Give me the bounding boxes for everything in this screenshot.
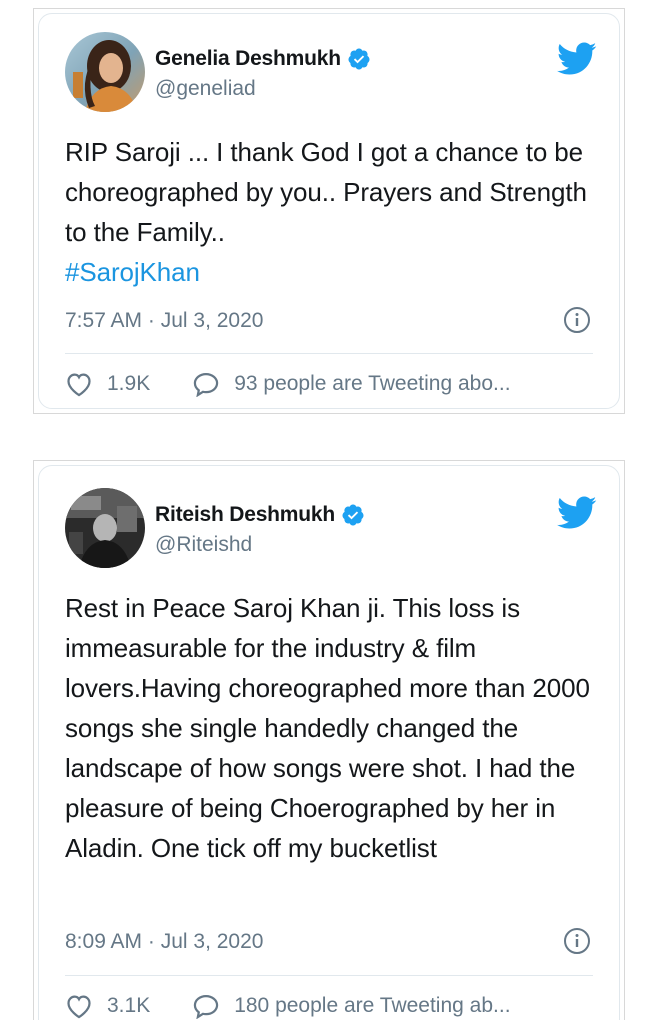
timestamp[interactable]: 7:57 AM · Jul 3, 2020 <box>65 309 263 333</box>
verified-badge-icon <box>348 48 370 70</box>
tweet-body: Rest in Peace Saroj Khan ji. This loss i… <box>65 593 590 863</box>
speech-bubble-icon <box>194 994 219 1019</box>
display-name[interactable]: Genelia Deshmukh <box>155 47 341 71</box>
tweet-text: RIP Saroji ... I thank God I got a chanc… <box>65 132 599 292</box>
handle[interactable]: @geneliad <box>155 77 371 101</box>
info-icon[interactable] <box>563 927 591 955</box>
author-info[interactable]: Genelia Deshmukh @geneliad <box>155 46 371 101</box>
page: Genelia Deshmukh @geneliad RIP Saroji ..… <box>0 0 670 1020</box>
tweet-embed-genelia: Genelia Deshmukh @geneliad RIP Saroji ..… <box>33 8 625 414</box>
conversation-text: 93 people are Tweeting abo... <box>234 372 511 395</box>
action-bar: 1.9K 93 people are Tweeting abo... <box>65 371 599 397</box>
verified-badge-icon <box>342 504 364 526</box>
divider <box>65 975 593 976</box>
tweet-embed-riteish: Riteish Deshmukh @Riteishd Rest in Peace… <box>33 460 625 1020</box>
hashtag-link[interactable]: #SarojKhan <box>65 252 599 292</box>
conversation-link[interactable]: 93 people are Tweeting abo... <box>192 371 511 397</box>
conversation-text: 180 people are Tweeting ab... <box>234 994 511 1017</box>
like-button[interactable]: 3.1K <box>65 993 150 1019</box>
tweet-text: Rest in Peace Saroj Khan ji. This loss i… <box>65 588 599 868</box>
tweet-body: RIP Saroji ... I thank God I got a chanc… <box>65 137 587 247</box>
handle[interactable]: @Riteishd <box>155 533 365 557</box>
tweet-card[interactable]: Riteish Deshmukh @Riteishd Rest in Peace… <box>38 465 620 1020</box>
twitter-bird-icon[interactable] <box>557 496 597 530</box>
timestamp[interactable]: 8:09 AM · Jul 3, 2020 <box>65 930 263 954</box>
tweet-card[interactable]: Genelia Deshmukh @geneliad RIP Saroji ..… <box>38 13 620 409</box>
like-button[interactable]: 1.9K <box>65 371 150 397</box>
display-name[interactable]: Riteish Deshmukh <box>155 503 335 527</box>
heart-icon <box>67 373 91 397</box>
avatar[interactable] <box>65 32 145 112</box>
twitter-bird-icon[interactable] <box>557 42 597 76</box>
action-bar: 3.1K 180 people are Tweeting ab... <box>65 993 599 1019</box>
conversation-link[interactable]: 180 people are Tweeting ab... <box>192 993 511 1019</box>
like-count: 1.9K <box>107 372 151 395</box>
author-info[interactable]: Riteish Deshmukh @Riteishd <box>155 502 365 557</box>
info-icon[interactable] <box>563 306 591 334</box>
heart-icon <box>67 995 91 1019</box>
divider <box>65 353 593 354</box>
speech-bubble-icon <box>194 372 219 397</box>
avatar[interactable] <box>65 488 145 568</box>
like-count: 3.1K <box>107 994 151 1017</box>
